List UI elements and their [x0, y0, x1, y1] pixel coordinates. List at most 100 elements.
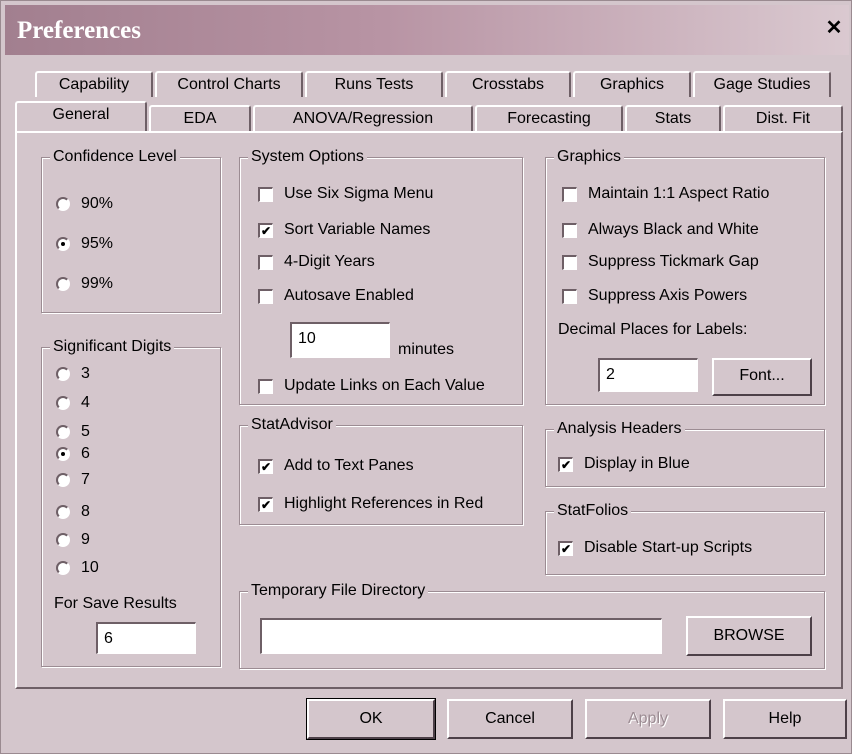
tab-control-charts[interactable]: Control Charts	[155, 71, 303, 97]
radio-button[interactable]	[56, 237, 70, 251]
radio-button[interactable]	[56, 447, 70, 461]
six-sigma-checkbox[interactable]: Use Six Sigma Menu	[258, 184, 433, 204]
checkbox-label: Suppress Axis Powers	[588, 287, 748, 304]
font-button[interactable]: Font...	[712, 358, 812, 396]
tab-forecasting[interactable]: Forecasting	[475, 105, 623, 131]
autosave-minutes-field[interactable]: 10	[290, 322, 390, 358]
checkbox[interactable]: ✔	[258, 496, 273, 512]
help-button[interactable]: Help	[723, 699, 847, 739]
radio-button[interactable]	[56, 505, 70, 519]
temp-directory-field[interactable]	[260, 618, 662, 654]
tab-anova-regression[interactable]: ANOVA/Regression	[253, 105, 473, 131]
digits-option-4[interactable]: 4	[56, 393, 90, 413]
temp-file-directory-group: Temporary File Directory BROWSE	[239, 581, 825, 669]
group-title: Significant Digits	[50, 337, 175, 357]
decimal-places-field[interactable]: 2	[598, 358, 698, 392]
checkbox-label: 4-Digit Years	[284, 253, 375, 270]
tab-label: Control Charts	[177, 76, 281, 93]
checkbox[interactable]	[562, 254, 577, 270]
radio-label: 3	[81, 365, 90, 382]
tab-label: Gage Studies	[713, 76, 811, 93]
radio-button[interactable]	[56, 367, 70, 381]
cancel-button[interactable]: Cancel	[447, 699, 573, 739]
preferences-dialog: Preferences ✕ Capability Control Charts …	[0, 0, 852, 754]
checkbox[interactable]: ✔	[558, 456, 573, 472]
radio-button[interactable]	[56, 396, 70, 410]
radio-button[interactable]	[56, 425, 70, 439]
checkbox[interactable]	[258, 186, 273, 202]
title-bar[interactable]: Preferences ✕	[5, 5, 849, 55]
significant-digits-group: Significant Digits 3 4 5 6 7 8 9 10 For …	[41, 337, 221, 667]
black-and-white-checkbox[interactable]: Always Black and White	[562, 220, 759, 240]
tab-crosstabs[interactable]: Crosstabs	[445, 71, 571, 97]
tab-capability[interactable]: Capability	[35, 71, 153, 97]
radio-label: 7	[81, 471, 90, 488]
radio-button[interactable]	[56, 473, 70, 487]
tab-label: Runs Tests	[334, 76, 414, 93]
digits-option-9[interactable]: 9	[56, 530, 90, 550]
checkmark-icon: ✔	[260, 459, 272, 474]
sort-variables-checkbox[interactable]: ✔ Sort Variable Names	[258, 220, 430, 240]
tickmark-gap-checkbox[interactable]: Suppress Tickmark Gap	[562, 252, 759, 272]
add-to-text-panes-checkbox[interactable]: ✔ Add to Text Panes	[258, 456, 414, 476]
autosave-checkbox[interactable]: Autosave Enabled	[258, 286, 414, 306]
tab-label: Graphics	[599, 76, 665, 93]
graphics-group: Graphics Maintain 1:1 Aspect Ratio Alway…	[545, 147, 825, 405]
checkbox[interactable]: ✔	[258, 222, 273, 238]
axis-powers-checkbox[interactable]: Suppress Axis Powers	[562, 286, 747, 306]
confidence-option-99[interactable]: 99%	[56, 274, 113, 294]
checkbox-label: Display in Blue	[584, 455, 690, 472]
tab-dist-fit[interactable]: Dist. Fit	[723, 105, 843, 131]
radio-label: 10	[81, 559, 99, 576]
group-title: Confidence Level	[50, 147, 180, 167]
radio-dot-icon	[61, 452, 65, 456]
digits-option-7[interactable]: 7	[56, 470, 90, 490]
radio-button[interactable]	[56, 277, 70, 291]
save-results-field[interactable]: 6	[96, 622, 196, 654]
digits-option-6[interactable]: 6	[56, 444, 90, 464]
group-title: StatFolios	[554, 501, 632, 521]
tab-label: Capability	[58, 76, 130, 93]
highlight-references-checkbox[interactable]: ✔ Highlight References in Red	[258, 494, 483, 514]
statfolios-group: StatFolios ✔ Disable Start-up Scripts	[545, 501, 825, 575]
checkbox[interactable]: ✔	[558, 540, 573, 556]
display-in-blue-checkbox[interactable]: ✔ Display in Blue	[558, 454, 690, 474]
tab-eda[interactable]: EDA	[149, 105, 251, 131]
browse-button[interactable]: BROWSE	[686, 616, 812, 656]
digits-option-10[interactable]: 10	[56, 558, 99, 578]
tab-runs-tests[interactable]: Runs Tests	[305, 71, 443, 97]
checkbox[interactable]	[562, 222, 577, 238]
digits-option-5[interactable]: 5	[56, 422, 90, 442]
disable-scripts-checkbox[interactable]: ✔ Disable Start-up Scripts	[558, 538, 752, 558]
checkbox-label: Update Links on Each Value	[284, 377, 485, 394]
digits-option-3[interactable]: 3	[56, 364, 90, 384]
radio-button[interactable]	[56, 533, 70, 547]
checkbox-label: Highlight References in Red	[284, 495, 484, 512]
checkbox[interactable]	[258, 378, 273, 394]
checkbox-label: Disable Start-up Scripts	[584, 539, 753, 556]
update-links-checkbox[interactable]: Update Links on Each Value	[258, 376, 485, 396]
confidence-option-95[interactable]: 95%	[56, 234, 113, 254]
radio-label: 90%	[81, 195, 114, 212]
ok-button[interactable]: OK	[306, 698, 436, 740]
tab-gage-studies[interactable]: Gage Studies	[693, 71, 831, 97]
checkbox[interactable]	[562, 288, 577, 304]
radio-label: 95%	[81, 235, 114, 252]
aspect-ratio-checkbox[interactable]: Maintain 1:1 Aspect Ratio	[562, 184, 769, 204]
digits-option-8[interactable]: 8	[56, 502, 90, 522]
tab-general[interactable]: General	[15, 101, 147, 131]
checkbox[interactable]: ✔	[258, 458, 273, 474]
checkbox-label: Always Black and White	[588, 221, 759, 238]
tab-stats[interactable]: Stats	[625, 105, 721, 131]
radio-button[interactable]	[56, 561, 70, 575]
apply-button[interactable]: Apply	[585, 699, 711, 739]
four-digit-years-checkbox[interactable]: 4-Digit Years	[258, 252, 375, 272]
radio-button[interactable]	[56, 197, 70, 211]
close-icon[interactable]: ✕	[821, 15, 847, 41]
tab-graphics[interactable]: Graphics	[573, 71, 691, 97]
tab-label: Forecasting	[507, 110, 591, 127]
confidence-option-90[interactable]: 90%	[56, 194, 113, 214]
checkbox[interactable]	[562, 186, 577, 202]
checkbox[interactable]	[258, 254, 273, 270]
checkbox[interactable]	[258, 288, 273, 304]
